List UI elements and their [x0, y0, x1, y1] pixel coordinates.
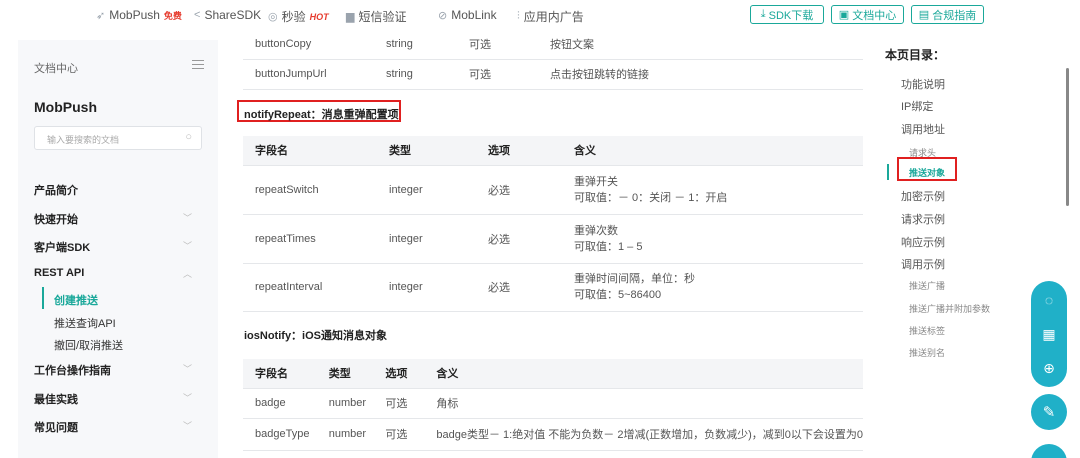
- search-input[interactable]: 输入要搜索的文档 ○: [34, 126, 202, 150]
- sidebar-item-workbench-guide[interactable]: 工作台操作指南 ﹀: [34, 362, 202, 378]
- table-row: repeatInterval integer 必选 重弹时间间隔，单位：秒 可取值…: [243, 263, 863, 312]
- link-icon: ⊘: [438, 9, 448, 22]
- sidebar-item-rest-api[interactable]: REST API ︿: [34, 267, 202, 279]
- table-header-row: 字段名 类型 选项 含义: [243, 136, 863, 166]
- toc-sub-item[interactable]: 推送广播并附加参数: [909, 302, 990, 315]
- top-navigation: ➶ MobPush 免费 < ShareSDK ◎ 秒验 HOT ▆ 短信验证 …: [0, 0, 1080, 30]
- table-row: repeatSwitch integer 必选 重弹开关 可取值：－ 0：关闭 －…: [243, 165, 863, 215]
- free-badge: 免费: [163, 10, 182, 21]
- active-indicator: [42, 287, 44, 309]
- table-row: repeatTimes integer 必选 重弹次数 可取值：1 – 5: [243, 214, 863, 264]
- toc-item[interactable]: IP绑定: [901, 98, 933, 114]
- toc-item[interactable]: 功能说明: [901, 76, 945, 92]
- toc-item[interactable]: 加密示例: [901, 188, 945, 204]
- gift-icon[interactable]: ⊕: [1031, 360, 1067, 377]
- sidebar-item-product-intro[interactable]: 产品简介: [34, 182, 202, 198]
- table-row: badge number 可选 角标: [243, 388, 863, 419]
- book-icon: ▤: [918, 9, 930, 21]
- scrollbar[interactable]: [1066, 68, 1069, 206]
- search-placeholder: 输入要搜索的文档: [47, 135, 120, 145]
- floating-button[interactable]: [1031, 444, 1067, 458]
- floating-tools: ◌ ▦ ⊕: [1031, 281, 1067, 387]
- sdk-download-button[interactable]: ⤓ SDK下载: [750, 5, 824, 24]
- notify-repeat-table: 字段名 类型 选项 含义 repeatSwitch integer 必选 重弹开…: [243, 136, 863, 312]
- sidebar-item-withdraw-push[interactable]: 撤回/取消推送: [54, 337, 123, 353]
- table-row: buttonJumpUrl string 可选 点击按钮跳转的链接: [243, 59, 863, 90]
- sidebar-item-faq[interactable]: 常见问题 ﹀: [34, 419, 202, 435]
- sidebar-item-best-practice[interactable]: 最佳实践 ﹀: [34, 391, 202, 407]
- sidebar-title: MobPush: [34, 99, 97, 115]
- button-params-table: buttonCopy string 可选 按钮文案 buttonJumpUrl …: [243, 30, 863, 90]
- toc-item[interactable]: 请求示例: [901, 211, 945, 227]
- table-header-row: 字段名 类型 选项 含义: [243, 359, 863, 389]
- chevron-down-icon: ﹀: [182, 241, 192, 251]
- circle-icon: ◎: [268, 11, 278, 23]
- toc-item[interactable]: 调用地址: [901, 121, 945, 137]
- toc-sub-item[interactable]: 推送标签: [909, 324, 945, 337]
- doc-center-button[interactable]: ▣ 文档中心: [831, 5, 904, 24]
- sidebar-item-create-push[interactable]: 创建推送: [54, 292, 98, 308]
- toc-item[interactable]: 调用示例: [901, 256, 945, 272]
- chevron-down-icon: ﹀: [182, 421, 192, 431]
- sidebar-item-client-sdk[interactable]: 客户端SDK ﹀: [34, 239, 202, 255]
- ios-notify-title: iosNotify：iOS通知消息对象: [244, 330, 388, 342]
- table-row: badgeType number 可选 badge类型－ 1:绝对值 不能为负数…: [243, 418, 863, 451]
- share-icon: <: [194, 9, 201, 21]
- chart-icon: ⫶: [517, 10, 520, 22]
- toc-title: 本页目录：: [885, 48, 946, 62]
- toc-sub-item-active[interactable]: 推送对象: [909, 166, 945, 179]
- toc-sub-item[interactable]: 推送别名: [909, 346, 945, 359]
- toc-sub-item[interactable]: 推送广播: [909, 279, 945, 292]
- message-icon: ▆: [346, 11, 355, 23]
- search-icon: ○: [185, 131, 192, 143]
- chevron-down-icon: ﹀: [182, 393, 192, 403]
- qrcode-icon[interactable]: ▦: [1031, 326, 1067, 343]
- doc-center-label[interactable]: 文档中心: [34, 60, 78, 76]
- sidebar-item-push-query[interactable]: 推送查询API: [54, 315, 116, 331]
- nav-sharesdk[interactable]: < ShareSDK: [194, 8, 261, 22]
- ios-notify-table: 字段名 类型 选项 含义 badge number 可选 角标 badgeTyp…: [243, 359, 863, 451]
- chevron-up-icon: ︿: [182, 269, 192, 279]
- download-icon: ⤓: [760, 8, 766, 20]
- chevron-down-icon: ﹀: [182, 364, 192, 374]
- toc-active-indicator: [887, 164, 889, 180]
- nav-in-app-ads[interactable]: ⫶ 应用内广告: [517, 8, 584, 25]
- document-icon: ▣: [838, 9, 850, 21]
- nav-miaoyan[interactable]: ◎ 秒验 HOT: [268, 8, 329, 25]
- table-row: buttonCopy string 可选 按钮文案: [243, 30, 863, 60]
- nav-mobpush[interactable]: ➶ MobPush 免费: [96, 8, 182, 22]
- paper-plane-icon: ➶: [96, 9, 106, 22]
- nav-sms[interactable]: ▆ 短信验证: [346, 8, 406, 25]
- edit-icon[interactable]: ✎: [1031, 394, 1067, 430]
- compliance-guide-button[interactable]: ▤ 合规指南: [911, 5, 984, 24]
- chevron-down-icon: ﹀: [182, 213, 192, 223]
- nav-moblink[interactable]: ⊘ MobLink: [438, 8, 497, 22]
- sidebar: 文档中心 MobPush 输入要搜索的文档 ○ 产品简介 快速开始 ﹀ 客户端SD…: [18, 40, 218, 458]
- hot-badge: HOT: [309, 11, 329, 22]
- menu-icon[interactable]: [192, 60, 204, 69]
- notify-repeat-title: notifyRepeat：消息重弹配置项: [244, 109, 399, 121]
- sidebar-item-quick-start[interactable]: 快速开始 ﹀: [34, 211, 202, 227]
- chat-icon[interactable]: ◌: [1031, 292, 1067, 308]
- toc-item[interactable]: 响应示例: [901, 234, 945, 250]
